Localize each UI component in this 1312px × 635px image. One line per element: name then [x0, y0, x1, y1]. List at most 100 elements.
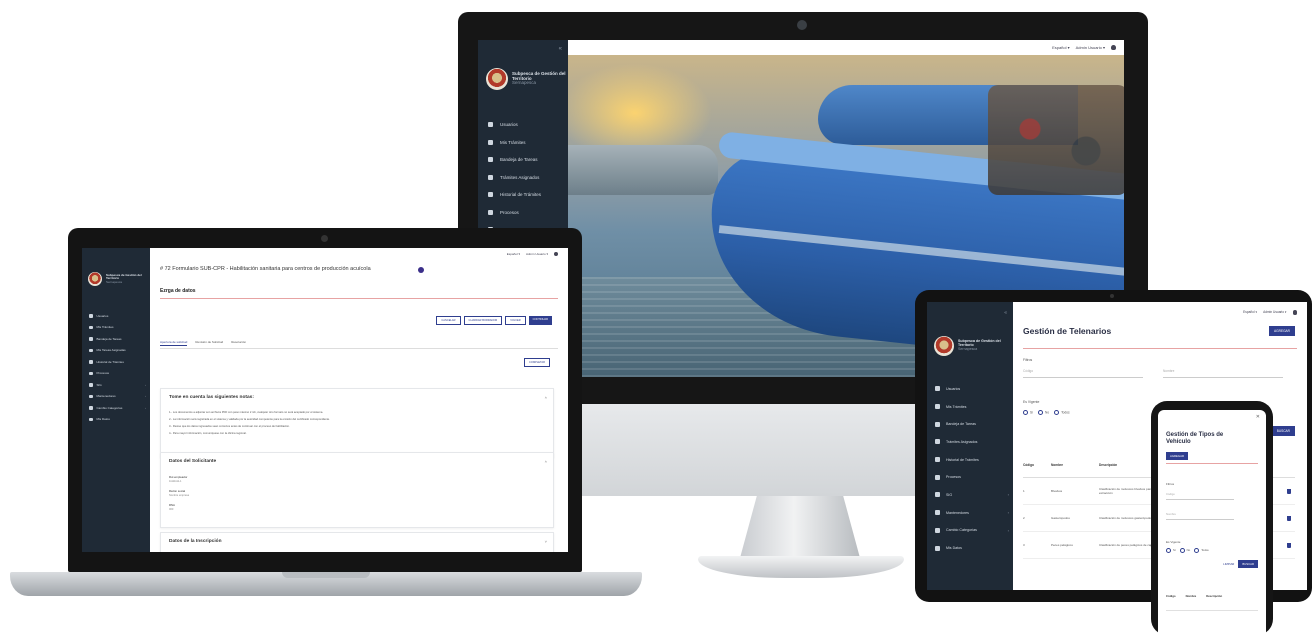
- profile-icon: [935, 545, 940, 551]
- trash-icon[interactable]: [1287, 488, 1291, 494]
- applicant-panel-title: Datos del Solicitante: [169, 459, 217, 464]
- sidebar-item-asignados[interactable]: Trámites Asignados: [927, 433, 1013, 451]
- brand-logo[interactable]: Subpesca de Gestión del Territorio Sernap…: [88, 272, 146, 286]
- radio-no[interactable]: No: [1038, 410, 1049, 415]
- code-input[interactable]: Código: [1166, 490, 1234, 500]
- inbox-icon: [89, 337, 93, 341]
- sidebar-item-bandeja[interactable]: Bandeja de Tareas: [927, 415, 1013, 433]
- sidebar-item-mis-tramites[interactable]: Mis Trámites: [927, 398, 1013, 416]
- radio-si[interactable]: Sí: [1166, 548, 1176, 553]
- brand-logo[interactable]: Subpesca de Gestión del Territorio Sernap…: [486, 68, 566, 90]
- column-header[interactable]: Descripción: [1206, 594, 1222, 598]
- sidebar-item-mis-datos[interactable]: Mis Datos: [82, 414, 150, 426]
- column-header[interactable]: Descripción: [1099, 463, 1159, 467]
- sidebar-item-cambio-categorias[interactable]: Cambio Categorías ›: [82, 402, 150, 414]
- sidebar-item-mis-tramites[interactable]: Mis Trámites: [478, 134, 568, 152]
- user-icon[interactable]: [1292, 310, 1297, 315]
- tablet-camera: [1110, 294, 1114, 298]
- tab-resolucion[interactable]: Resolución: [231, 340, 246, 346]
- sidebar-item-label: Historial de Trámites: [946, 457, 979, 462]
- sidebar-item-usuarios[interactable]: Usuarios: [927, 380, 1013, 398]
- language-selector[interactable]: Español ▾: [1243, 310, 1257, 314]
- search-button[interactable]: BUSCAR: [1271, 426, 1295, 436]
- sidebar-item-asignados[interactable]: Trámites Asignados: [478, 169, 568, 187]
- chevron-up-icon[interactable]: ˄: [545, 395, 547, 400]
- column-header[interactable]: Código: [1166, 594, 1176, 598]
- category-icon: [89, 406, 93, 410]
- sidebar-item-tareas-asignadas[interactable]: Mis Tareas Asignadas: [82, 345, 150, 357]
- code-input[interactable]: Código: [1023, 366, 1143, 378]
- back-button[interactable]: VOLVER: [505, 316, 526, 325]
- radio-si[interactable]: Sí: [1023, 410, 1033, 415]
- brand-sub: Sernapesca: [106, 279, 123, 284]
- seal-icon: [934, 336, 954, 356]
- column-header[interactable]: Código: [1023, 463, 1051, 467]
- field-value: 11111111-1: [169, 480, 182, 483]
- collapse-icon[interactable]: «: [1004, 310, 1007, 316]
- clear-button[interactable]: LIMPIAR: [1223, 562, 1234, 566]
- sidebar-item-procesos[interactable]: Procesos: [927, 468, 1013, 486]
- chevron-up-icon[interactable]: ˄: [545, 459, 547, 464]
- user-icon[interactable]: [554, 252, 558, 256]
- radio-no[interactable]: No: [1179, 548, 1191, 553]
- language-selector[interactable]: Español ▾: [507, 252, 520, 256]
- sidebar-item-procesos[interactable]: Procesos: [82, 368, 150, 380]
- sidebar-item-usuarios[interactable]: Usuarios: [478, 116, 568, 134]
- continue-button[interactable]: CONTINUAR: [528, 316, 552, 325]
- add-button[interactable]: AGREGAR: [1269, 326, 1295, 336]
- radio-todos[interactable]: Todos: [1194, 548, 1209, 553]
- user-menu[interactable]: Admin Usuario ▾: [1263, 310, 1286, 314]
- sidebar-item-mantenedores[interactable]: Mantenedores ›: [82, 391, 150, 403]
- form-actions: CANCELAR GUARDAR BORRADOR VOLVER CONTINU…: [436, 316, 552, 325]
- add-button[interactable]: AGREGAR: [1166, 452, 1188, 460]
- chevron-right-icon: ›: [1007, 492, 1009, 498]
- trash-icon[interactable]: [1287, 542, 1291, 548]
- user-menu[interactable]: Admin Usuario ▾: [1076, 45, 1105, 50]
- laptop-main: Español ▾ Admin Usuario ▾ # 72 Formulari…: [150, 248, 568, 552]
- column-header[interactable]: Nombre: [1186, 594, 1197, 598]
- tab-revision[interactable]: Revisión de Solicitud: [195, 340, 223, 346]
- save-draft-button[interactable]: GUARDAR BORRADOR: [463, 316, 503, 325]
- sidebar-item-label: Usuarios: [500, 122, 518, 128]
- chevron-down-icon[interactable]: ˅: [545, 539, 547, 544]
- name-input[interactable]: Nombre: [1163, 366, 1283, 378]
- brand-title: Subpesca de Gestión del Territorio: [958, 339, 1001, 348]
- brand-logo[interactable]: Subpesca de Gestión del Territorio Sernap…: [934, 336, 1010, 356]
- search-button[interactable]: BUSCAR: [1238, 560, 1258, 568]
- sidebar-item-mantenedores[interactable]: Mantenedores ›: [927, 504, 1013, 522]
- sidebar-item-procesos[interactable]: Procesos: [478, 204, 568, 222]
- sidebar-item-historial[interactable]: Historial de Trámites: [927, 451, 1013, 469]
- sidebar-item-label: Procesos: [946, 475, 961, 480]
- column-header[interactable]: Nombre: [1051, 463, 1099, 467]
- radio-label: No: [1186, 548, 1191, 553]
- documents-icon: [488, 139, 493, 145]
- info-icon[interactable]: [418, 267, 424, 273]
- close-icon[interactable]: ✕: [1256, 414, 1260, 420]
- sidebar-item-sig[interactable]: SIG ›: [927, 486, 1013, 504]
- sidebar-item-label: Trámites Asignados: [500, 174, 540, 180]
- sidebar-item-usuarios[interactable]: Usuarios: [82, 310, 150, 322]
- trash-icon[interactable]: [1287, 515, 1291, 521]
- collapse-icon[interactable]: «: [559, 46, 562, 52]
- user-icon[interactable]: [1111, 45, 1116, 50]
- complete-button[interactable]: COMPLETAR: [524, 358, 550, 367]
- assigned-icon: [935, 439, 940, 445]
- radio-todos[interactable]: Todos: [1054, 410, 1070, 415]
- sidebar-item-bandeja[interactable]: Bandeja de Tareas: [82, 333, 150, 345]
- name-input[interactable]: Nombre: [1166, 510, 1234, 520]
- sidebar-item-bandeja[interactable]: Bandeja de Tareas: [478, 151, 568, 169]
- sidebar-item-mis-datos[interactable]: Mis Datos: [927, 539, 1013, 557]
- cell-name: Peces pelágicos: [1051, 543, 1073, 547]
- settings-icon: [89, 394, 93, 398]
- cancel-button[interactable]: CANCELAR: [436, 316, 461, 325]
- user-menu[interactable]: Admin Usuario ▾: [526, 252, 548, 256]
- sidebar-item-historial[interactable]: Historial de Trámites: [478, 186, 568, 204]
- sidebar-item-mis-tramites[interactable]: Mis Trámites: [82, 322, 150, 334]
- sidebar-item-historial[interactable]: Historial de Trámites: [82, 356, 150, 368]
- tab-apertura[interactable]: Apertura de solicitud: [160, 340, 188, 346]
- brand-sub: Sernapesca: [958, 346, 978, 351]
- documents-icon: [935, 404, 940, 410]
- sidebar-item-cambio-categorias[interactable]: Cambio Categorías ›: [927, 522, 1013, 540]
- language-selector[interactable]: Español ▾: [1052, 45, 1070, 50]
- sidebar-item-sig[interactable]: SIG ›: [82, 379, 150, 391]
